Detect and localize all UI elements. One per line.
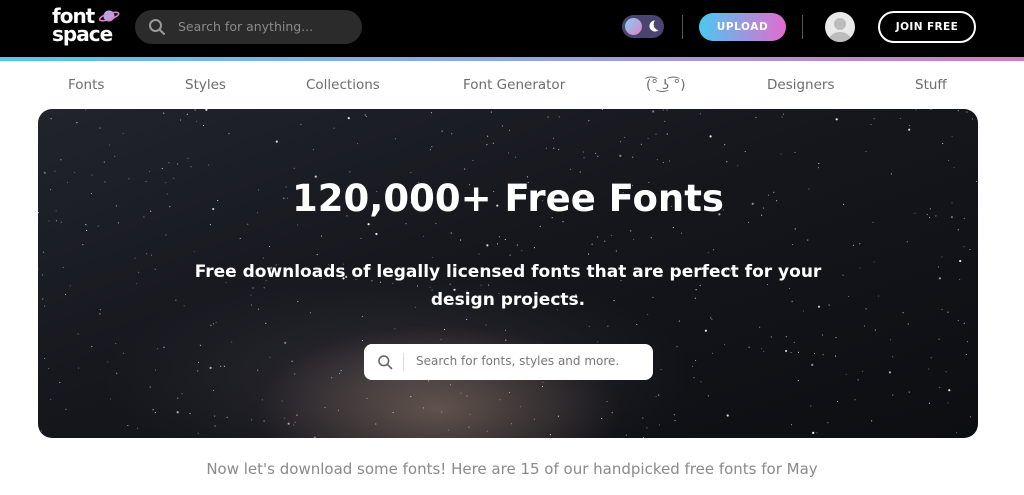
upload-button[interactable]: UPLOAD: [699, 13, 786, 41]
toggle-knob: [625, 18, 642, 35]
top-search-placeholder: Search for anything...: [178, 19, 314, 34]
search-icon: [378, 355, 393, 370]
logo-text-space: space: [52, 22, 113, 46]
hero-title: 120,000+ Free Fonts: [292, 177, 724, 220]
hero-subtitle: Free downloads of legally licensed fonts…: [194, 262, 822, 310]
nav-item-stuff[interactable]: Stuff: [915, 77, 947, 93]
nav-item-lenny-face[interactable]: (͡° ͜ʖ ͡°): [646, 77, 686, 93]
nav-item-styles[interactable]: Styles: [185, 77, 226, 93]
divider: [682, 15, 683, 39]
main-nav: Fonts Styles Collections Font Generator …: [0, 61, 1024, 109]
top-search-bar[interactable]: Search for anything...: [135, 10, 362, 44]
divider: [802, 15, 803, 39]
user-avatar[interactable]: [825, 12, 855, 42]
nav-item-designers[interactable]: Designers: [767, 77, 835, 93]
dark-mode-toggle[interactable]: [622, 15, 664, 38]
moon-icon: [649, 20, 659, 32]
hero-banner: 120,000+ Free Fonts Free downloads of le…: [38, 109, 978, 438]
search-icon: [149, 19, 165, 35]
nav-item-collections[interactable]: Collections: [306, 77, 380, 93]
nav-item-fonts[interactable]: Fonts: [68, 77, 104, 93]
nav-item-font-generator[interactable]: Font Generator: [463, 77, 565, 93]
join-free-button[interactable]: JOIN FREE: [878, 11, 976, 43]
hero-search-placeholder: Search for fonts, styles and more.: [416, 354, 620, 368]
hero-search-input[interactable]: Search for fonts, styles and more.: [364, 344, 653, 380]
fontspace-logo[interactable]: font space: [52, 6, 122, 46]
search-divider: [403, 353, 404, 371]
featured-fonts-intro: Now let's download some fonts! Here are …: [206, 460, 818, 478]
user-silhouette-icon: [829, 18, 851, 42]
top-bar: font space Search for anything... UPLOAD: [0, 0, 1024, 57]
planet-icon: [98, 10, 120, 22]
